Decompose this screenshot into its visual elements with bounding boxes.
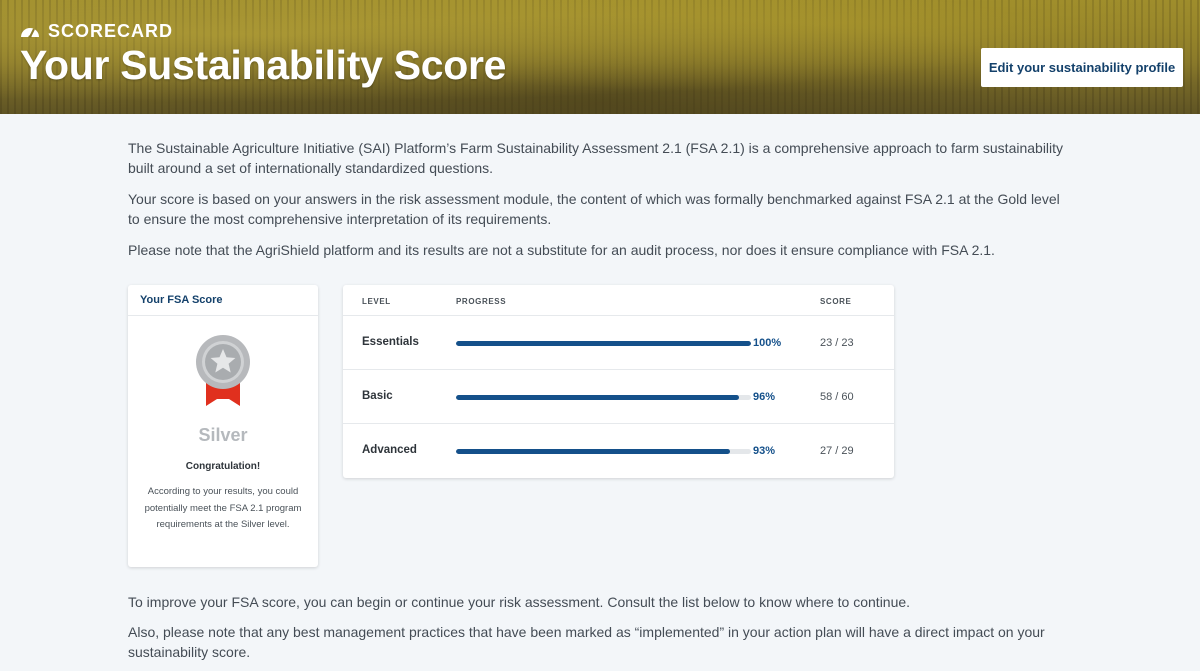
table-row: Advanced 93% 27 / 29: [343, 424, 894, 478]
outro-paragraph-1: To improve your FSA score, you can begin…: [128, 594, 911, 610]
fsa-score-card-title: Your FSA Score: [128, 285, 318, 316]
progress-bar: [456, 449, 751, 454]
table-row: Basic 96% 58 / 60: [343, 370, 894, 424]
level-column-header: LEVEL: [362, 297, 391, 306]
intro-paragraph-3: Please note that the AgriShield platform…: [128, 242, 995, 258]
progress-table-header: LEVEL PROGRESS SCORE: [343, 285, 894, 316]
progress-column-header: PROGRESS: [456, 297, 507, 306]
page-title: Your Sustainability Score: [20, 42, 507, 88]
silver-medal-icon: [196, 335, 250, 406]
row-score: 27 / 29: [820, 445, 854, 457]
scorecard-label: SCORECARD: [20, 20, 173, 42]
row-level-label: Basic: [362, 390, 393, 402]
progress-bar: [456, 341, 751, 346]
row-score: 23 / 23: [820, 337, 854, 349]
fsa-score-card: Your FSA Score Silver Congratulation! Ac…: [128, 285, 318, 567]
row-score: 58 / 60: [820, 391, 854, 403]
page-header-banner: SCORECARD Your Sustainability Score Edit…: [0, 0, 1200, 114]
scorecard-label-text: SCORECARD: [48, 20, 174, 41]
intro-paragraph-1: The Sustainable Agriculture Initiative (…: [128, 140, 1064, 176]
congrats-description: According to your results, you could pot…: [144, 486, 302, 530]
table-row: Essentials 100% 23 / 23: [343, 316, 894, 370]
congrats-heading: Congratulation!: [185, 461, 261, 472]
row-percent: 100%: [753, 337, 782, 349]
intro-paragraph-2: Your score is based on your answers in t…: [128, 191, 1060, 227]
row-level-label: Essentials: [362, 336, 419, 348]
score-column-header: SCORE: [820, 297, 852, 306]
progress-bar-fill: [456, 341, 751, 346]
fsa-level-name: Silver: [198, 425, 248, 445]
outro-paragraph-2: Also, please note that any best manageme…: [128, 624, 1045, 660]
gauge-icon: [21, 28, 39, 38]
progress-bar: [456, 395, 751, 400]
row-percent: 93%: [753, 445, 776, 457]
edit-sustainability-profile-button[interactable]: Edit your sustainability profile: [981, 48, 1183, 87]
row-level-label: Advanced: [362, 444, 417, 456]
progress-table: LEVEL PROGRESS SCORE Essentials 100% 23 …: [343, 285, 894, 478]
row-percent: 96%: [753, 391, 776, 403]
progress-bar-fill: [456, 395, 740, 400]
progress-bar-fill: [456, 449, 731, 454]
